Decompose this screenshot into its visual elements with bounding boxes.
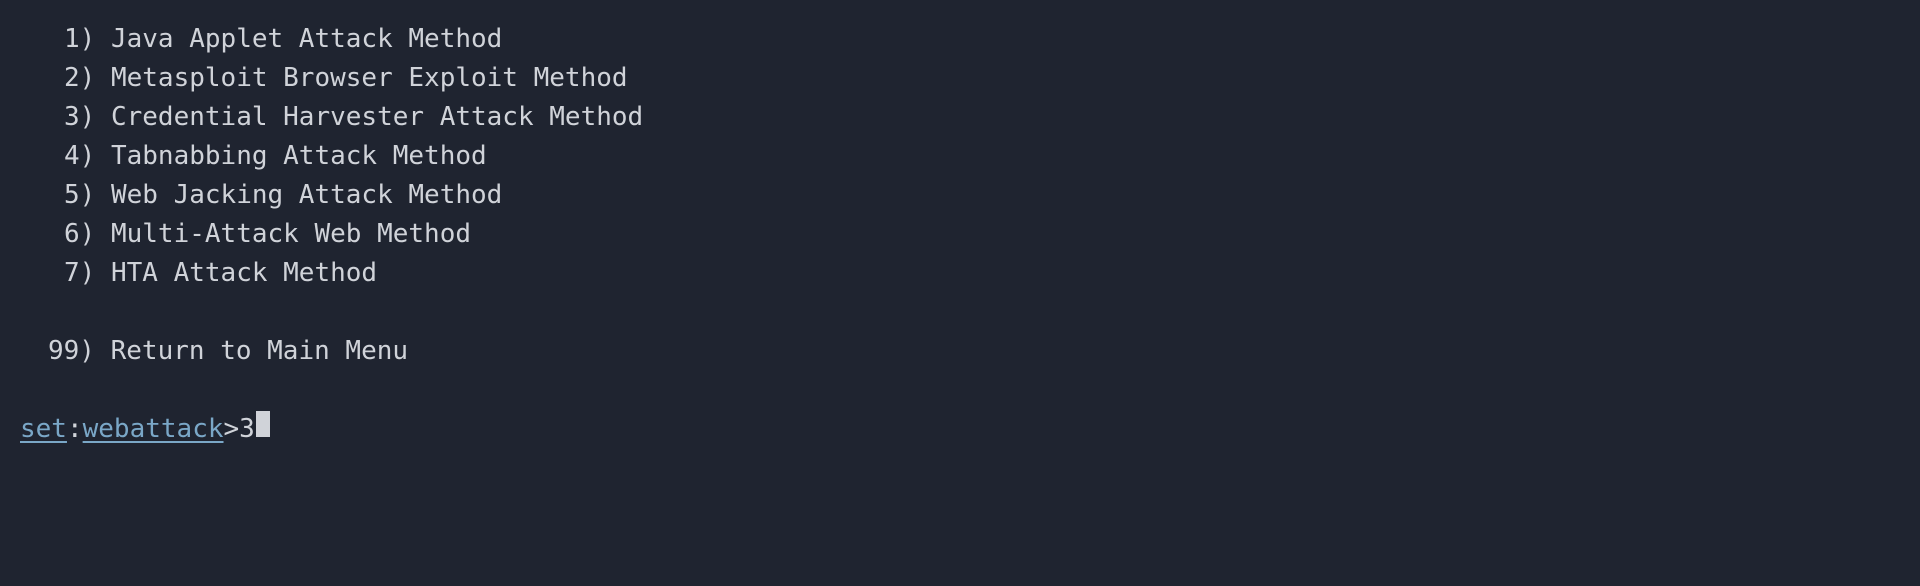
prompt-chevron: > bbox=[224, 410, 240, 449]
menu-item-4: 4) Tabnabbing Attack Method bbox=[20, 137, 1900, 176]
menu-label: Tabnabbing Attack Method bbox=[111, 141, 487, 171]
cursor-icon bbox=[256, 411, 270, 437]
menu-label: Java Applet Attack Method bbox=[111, 24, 502, 54]
prompt-line[interactable]: set:webattack>3 bbox=[20, 410, 1900, 449]
prompt-input-value[interactable]: 3 bbox=[239, 410, 255, 449]
menu-item-5: 5) Web Jacking Attack Method bbox=[20, 176, 1900, 215]
menu-label: Multi-Attack Web Method bbox=[111, 219, 471, 249]
menu-num: 3) bbox=[64, 102, 95, 132]
menu-label: Metasploit Browser Exploit Method bbox=[111, 63, 628, 93]
blank-line bbox=[20, 293, 1900, 332]
prompt-separator: : bbox=[67, 410, 83, 449]
menu-label: HTA Attack Method bbox=[111, 258, 377, 288]
menu-item-return: 99) Return to Main Menu bbox=[20, 332, 1900, 371]
prompt-context-webattack: webattack bbox=[83, 410, 224, 449]
menu-num: 1) bbox=[64, 24, 95, 54]
menu-item-7: 7) HTA Attack Method bbox=[20, 254, 1900, 293]
prompt-context-set: set bbox=[20, 410, 67, 449]
menu-label: Return to Main Menu bbox=[111, 336, 408, 366]
terminal-output: 1) Java Applet Attack Method 2) Metasplo… bbox=[20, 20, 1900, 449]
menu-num: 7) bbox=[64, 258, 95, 288]
menu-item-6: 6) Multi-Attack Web Method bbox=[20, 215, 1900, 254]
menu-item-2: 2) Metasploit Browser Exploit Method bbox=[20, 59, 1900, 98]
blank-line bbox=[20, 371, 1900, 410]
menu-num: 4) bbox=[64, 141, 95, 171]
menu-label: Web Jacking Attack Method bbox=[111, 180, 502, 210]
menu-num: 99) bbox=[48, 336, 95, 366]
menu-item-1: 1) Java Applet Attack Method bbox=[20, 20, 1900, 59]
menu-num: 5) bbox=[64, 180, 95, 210]
menu-label: Credential Harvester Attack Method bbox=[111, 102, 643, 132]
menu-num: 2) bbox=[64, 63, 95, 93]
menu-item-3: 3) Credential Harvester Attack Method bbox=[20, 98, 1900, 137]
menu-num: 6) bbox=[64, 219, 95, 249]
